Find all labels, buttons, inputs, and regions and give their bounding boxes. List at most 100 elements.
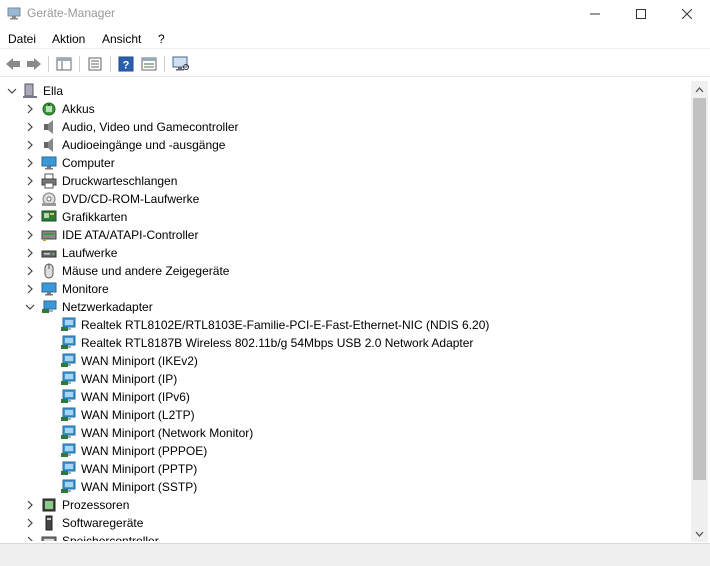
tree-device[interactable]: WAN Miniport (L2TP) xyxy=(0,406,691,424)
tree-item-label: WAN Miniport (L2TP) xyxy=(81,408,195,422)
tree-category[interactable]: Audio, Video und Gamecontroller xyxy=(0,118,691,136)
tree-device[interactable]: WAN Miniport (PPPOE) xyxy=(0,442,691,460)
tree-category[interactable]: Druckwarteschlangen xyxy=(0,172,691,190)
close-button[interactable] xyxy=(664,0,710,28)
menu-help[interactable]: ? xyxy=(158,32,165,46)
tree-item-label: Grafikkarten xyxy=(62,210,128,224)
tree-item-label: IDE ATA/ATAPI-Controller xyxy=(62,228,199,242)
disk-drive-icon xyxy=(41,245,57,261)
back-button[interactable] xyxy=(2,54,24,74)
tree-item-label: Prozessoren xyxy=(62,498,130,512)
scroll-thumb[interactable] xyxy=(693,98,706,480)
processor-icon xyxy=(41,497,57,513)
expand-chevron-right-icon[interactable] xyxy=(24,229,36,241)
battery-icon xyxy=(41,101,57,117)
tree-root[interactable]: Ella xyxy=(0,82,691,100)
menu-aktion[interactable]: Aktion xyxy=(52,32,85,46)
help-button[interactable]: ? xyxy=(115,54,137,74)
network-device-icon xyxy=(60,425,76,441)
tree-category[interactable]: Laufwerke xyxy=(0,244,691,262)
tree-item-label: Akkus xyxy=(62,102,95,116)
tree-device[interactable]: Realtek RTL8102E/RTL8103E-Familie-PCI-E-… xyxy=(0,316,691,334)
window-title: Geräte-Manager xyxy=(27,6,116,20)
tree-category[interactable]: Netzwerkadapter xyxy=(0,298,691,316)
tree-item-label: WAN Miniport (PPTP) xyxy=(81,462,198,476)
tree-item-label: Mäuse und andere Zeigegeräte xyxy=(62,264,230,278)
tree-category[interactable]: Grafikkarten xyxy=(0,208,691,226)
expand-chevron-down-icon[interactable] xyxy=(6,85,18,97)
tree-category[interactable]: Mäuse und andere Zeigegeräte xyxy=(0,262,691,280)
tree-device[interactable]: WAN Miniport (SSTP) xyxy=(0,478,691,496)
network-device-icon xyxy=(60,335,76,351)
expand-chevron-right-icon[interactable] xyxy=(24,517,36,529)
tree-device[interactable]: WAN Miniport (Network Monitor) xyxy=(0,424,691,442)
toolbar: ? xyxy=(0,51,710,77)
expand-chevron-right-icon[interactable] xyxy=(24,211,36,223)
tree-item-label: Ella xyxy=(43,84,64,98)
tree-item-label: Computer xyxy=(62,156,115,170)
tree-item-label: WAN Miniport (IP) xyxy=(81,372,178,386)
network-device-icon xyxy=(60,407,76,423)
tree-item-label: WAN Miniport (SSTP) xyxy=(81,480,198,494)
expand-chevron-right-icon[interactable] xyxy=(24,265,36,277)
tree-device[interactable]: Realtek RTL8187B Wireless 802.11b/g 54Mb… xyxy=(0,334,691,352)
forward-button[interactable] xyxy=(23,54,45,74)
expand-chevron-right-icon[interactable] xyxy=(24,139,36,151)
device-manager-icon xyxy=(7,7,21,20)
expand-chevron-right-icon[interactable] xyxy=(24,283,36,295)
expand-chevron-right-icon[interactable] xyxy=(24,535,36,541)
tree-device[interactable]: WAN Miniport (IP) xyxy=(0,370,691,388)
close-icon xyxy=(682,9,692,19)
expand-chevron-right-icon[interactable] xyxy=(24,121,36,133)
title-bar: Geräte-Manager xyxy=(0,0,710,28)
toolbar-separator xyxy=(110,56,111,72)
tree-item-label: Speichercontroller xyxy=(62,534,159,541)
tree-category[interactable]: Monitore xyxy=(0,280,691,298)
expand-chevron-right-icon[interactable] xyxy=(24,193,36,205)
expand-chevron-right-icon[interactable] xyxy=(24,157,36,169)
storage-controller-icon xyxy=(41,533,57,541)
device-tree: Ella Akkus Audio, Video und Gamecontroller… xyxy=(0,81,691,541)
tree-item-label: DVD/CD-ROM-Laufwerke xyxy=(62,192,200,206)
tree-category[interactable]: Audioeingänge und -ausgänge xyxy=(0,136,691,154)
maximize-button[interactable] xyxy=(618,0,664,28)
menu-datei[interactable]: Datei xyxy=(8,32,36,46)
tree-category[interactable]: IDE ATA/ATAPI-Controller xyxy=(0,226,691,244)
expand-chevron-right-icon[interactable] xyxy=(24,247,36,259)
expand-chevron-down-icon[interactable] xyxy=(24,301,36,313)
tree-category[interactable]: Prozessoren xyxy=(0,496,691,514)
network-device-icon xyxy=(60,317,76,333)
expand-chevron-right-icon[interactable] xyxy=(24,499,36,511)
tree-category[interactable]: DVD/CD-ROM-Laufwerke xyxy=(0,190,691,208)
minimize-button[interactable] xyxy=(572,0,618,28)
tree-device[interactable]: WAN Miniport (PPTP) xyxy=(0,460,691,478)
menu-ansicht[interactable]: Ansicht xyxy=(102,32,141,46)
properties-pane-button[interactable] xyxy=(53,54,75,74)
expand-chevron-right-icon[interactable] xyxy=(24,175,36,187)
speaker-icon xyxy=(41,119,57,135)
vertical-scrollbar[interactable] xyxy=(691,81,708,542)
properties-pane-icon xyxy=(56,57,72,71)
tree-item-label: Laufwerke xyxy=(62,246,118,260)
tree-category[interactable]: Speichercontroller xyxy=(0,532,691,541)
scroll-up-button[interactable] xyxy=(691,81,708,98)
scan-hardware-button[interactable] xyxy=(170,54,192,74)
tree-category[interactable]: Computer xyxy=(0,154,691,172)
menu-bar: Datei Aktion Ansicht ? xyxy=(0,29,710,49)
tree-item-label: WAN Miniport (PPPOE) xyxy=(81,444,208,458)
details-button[interactable] xyxy=(138,54,160,74)
toolbar-separator xyxy=(164,56,165,72)
scroll-down-button[interactable] xyxy=(691,525,708,542)
tree-device[interactable]: WAN Miniport (IKEv2) xyxy=(0,352,691,370)
chevron-down-icon xyxy=(695,531,704,537)
maximize-icon xyxy=(636,9,646,19)
computer-icon xyxy=(41,155,57,171)
device-list-button[interactable] xyxy=(84,54,106,74)
tree-category[interactable]: Akkus xyxy=(0,100,691,118)
tree-device[interactable]: WAN Miniport (IPv6) xyxy=(0,388,691,406)
tree-item-label: Monitore xyxy=(62,282,109,296)
network-device-icon xyxy=(60,389,76,405)
expand-chevron-right-icon[interactable] xyxy=(24,103,36,115)
tree-item-label: Softwaregeräte xyxy=(62,516,144,530)
tree-category[interactable]: Softwaregeräte xyxy=(0,514,691,532)
